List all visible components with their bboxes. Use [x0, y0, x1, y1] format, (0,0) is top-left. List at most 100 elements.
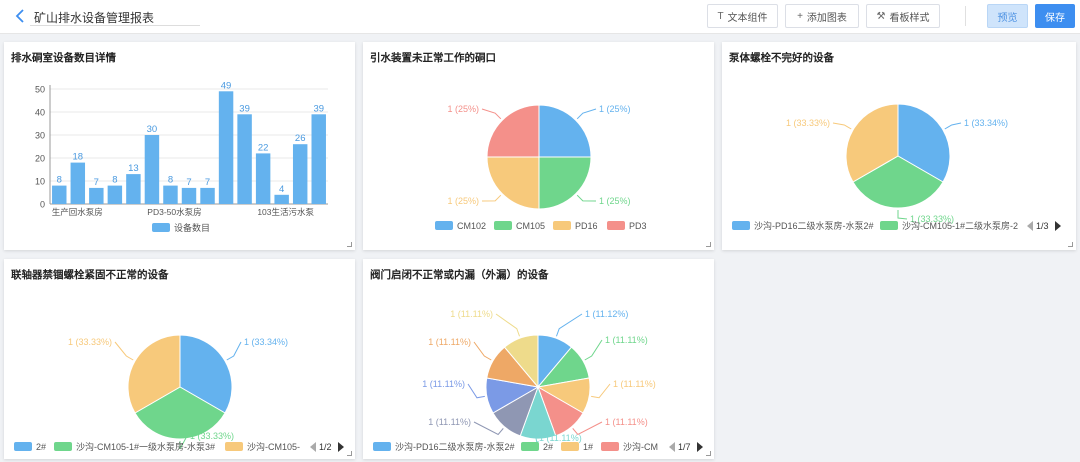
- text-component-button[interactable]: T 文本组件: [707, 4, 778, 28]
- leader-line: [555, 313, 583, 337]
- bar: [237, 114, 252, 204]
- page-title: 矿山排水设备管理报表: [34, 11, 155, 25]
- leader-line: [226, 341, 242, 361]
- bar: [107, 185, 123, 204]
- slice-label: 1 (11.11%): [450, 309, 493, 319]
- bar-value-label: 8: [57, 175, 62, 186]
- leader-line: [897, 210, 908, 220]
- legend-label: 2#: [543, 442, 553, 452]
- slice-label: 1 (11.12%): [585, 309, 628, 319]
- legend-swatch: [373, 442, 391, 451]
- bar: [255, 153, 271, 204]
- next-page-icon: [1055, 221, 1061, 231]
- leader-line: [495, 313, 521, 337]
- pie-chart: 1 (11.12%) 1 (11.11%) 1 (11.11%) 1 (11.11%)…: [373, 309, 703, 452]
- legend-swatch: [880, 221, 898, 230]
- bar-value-label: 4: [279, 184, 284, 195]
- bar-value-label: 8: [112, 175, 117, 186]
- pie-chart: 1 (33.34%) 1 (33.33%) 1 (33.33%) 2# 沙沟-CM105…: [14, 334, 344, 452]
- legend-label: CM102: [457, 221, 486, 231]
- preview-button[interactable]: 预览: [987, 4, 1028, 28]
- panel-device-count[interactable]: 排水硐室设备数目详情 0 10 20 30 40 50 8 18 7 8 13 30 8 7 7 49 39 22…: [4, 42, 355, 250]
- slice-label: 1 (33.34%): [964, 118, 1008, 128]
- slice-label: 1 (33.34%): [244, 337, 288, 347]
- bar: [181, 187, 197, 204]
- board-style-label: 看板样式: [889, 12, 930, 24]
- slice-label: 1 (11.11%): [605, 417, 648, 427]
- bar: [292, 144, 308, 204]
- panel-pump-bolts[interactable]: 泵体螺栓不完好的设备 1 (33.34%) 1 (33.33%) 1 (33.33%…: [722, 42, 1076, 250]
- legend-swatch: [607, 221, 625, 230]
- resize-handle[interactable]: [347, 451, 352, 456]
- leader-line: [832, 122, 852, 130]
- legend-swatch: [14, 442, 32, 451]
- y-tick-label: 40: [35, 108, 45, 118]
- bar-value-label: 22: [258, 142, 269, 153]
- pie-chart: 1 (33.34%)1 (33.33%)1 (33.33%)沙沟-PD16二级水…: [732, 103, 1061, 231]
- legend-label: CM105: [516, 221, 545, 231]
- legend-swatch: [601, 442, 619, 451]
- leader-line: [481, 194, 502, 202]
- prev-page-icon: [669, 442, 675, 452]
- legend-label: PD16: [575, 221, 598, 231]
- text-component-label: 文本组件: [727, 12, 768, 24]
- resize-handle[interactable]: [1068, 242, 1073, 247]
- legend-label: PD3: [629, 221, 647, 231]
- legend-page-indicator: 1/7: [678, 442, 691, 452]
- bar-value-label: 13: [128, 163, 139, 174]
- slice-label: 1 (11.11%): [422, 379, 465, 389]
- legend-page-indicator: 1/2: [319, 442, 332, 452]
- slice-label: 1 (11.11%): [605, 335, 648, 345]
- prev-page-icon: [1027, 221, 1033, 231]
- next-page-icon: [697, 442, 703, 452]
- x-tick-label: 103生活污水泵: [257, 207, 314, 217]
- tools-icon: ⚒: [876, 10, 886, 22]
- bar-value-label: 49: [221, 80, 232, 91]
- slice-label: 1 (33.33%): [190, 431, 234, 441]
- legend-swatch: [494, 221, 512, 230]
- back-arrow-icon[interactable]: [14, 8, 26, 24]
- legend-swatch: [225, 442, 243, 451]
- legend-label: 沙沟-CM105-: [247, 441, 300, 452]
- bar: [274, 194, 289, 204]
- resize-handle[interactable]: [706, 242, 711, 247]
- panel-coupling-bolts[interactable]: 联轴器禁锢螺栓紧固不正常的设备 1 (33.34%) 1 (33.33%) 1 (3…: [4, 259, 355, 459]
- toolbar-divider: [965, 6, 966, 26]
- bar-value-label: 7: [94, 177, 99, 188]
- resize-handle[interactable]: [347, 242, 352, 247]
- plus-icon: +: [797, 10, 803, 22]
- save-button[interactable]: 保存: [1035, 4, 1075, 28]
- leader-line: [473, 421, 504, 436]
- add-chart-button[interactable]: + 添加图表: [785, 4, 859, 28]
- legend-label: 沙沟-CM105-1#二级水泵房-2: [902, 220, 1018, 231]
- leader-line: [473, 341, 492, 361]
- bar: [144, 135, 160, 204]
- legend-label: 沙沟-CM: [623, 441, 658, 452]
- legend-swatch: [521, 442, 539, 451]
- x-tick-label: 生产回水泵房: [52, 207, 103, 217]
- bar-value-label: 39: [313, 103, 324, 114]
- leader-line: [944, 122, 962, 130]
- bar-value-label: 30: [147, 124, 158, 135]
- bar: [218, 91, 234, 204]
- legend-swatch: [553, 221, 571, 230]
- board-style-button[interactable]: ⚒ 看板样式: [866, 4, 940, 28]
- leader-line: [467, 383, 485, 399]
- panel-water-intake[interactable]: 引水装置未正常工作的硐口 1 (25%) 1 (25%) 1 (25%) 1 (25%…: [363, 42, 714, 250]
- bar-value-label: 18: [73, 152, 84, 163]
- resize-handle[interactable]: [706, 451, 711, 456]
- bar: [52, 185, 67, 204]
- slice-label: 1 (11.11%): [428, 337, 471, 347]
- legend-page-indicator: 1/3: [1036, 221, 1049, 231]
- leader-line: [576, 108, 597, 120]
- next-page-icon: [338, 442, 344, 452]
- leader-line: [114, 341, 134, 361]
- panel-valve-leaks[interactable]: 阀门启闭不正常或内漏（外漏）的设备 1 (11.12%) 1 (11.11%) 1 …: [363, 259, 714, 459]
- bar: [126, 174, 141, 204]
- bar: [311, 114, 326, 204]
- bar-value-label: 26: [295, 133, 306, 144]
- prev-page-icon: [310, 442, 316, 452]
- leader-line: [576, 194, 597, 202]
- legend-label: 2#: [36, 442, 46, 452]
- x-tick-label: PD3-50水泵房: [147, 207, 201, 217]
